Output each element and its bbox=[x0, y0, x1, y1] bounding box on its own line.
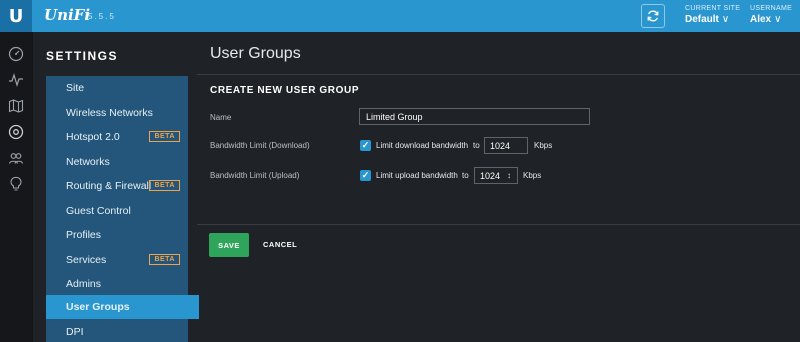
section-title: CREATE NEW USER GROUP bbox=[210, 85, 360, 96]
upload-limit-value: 1024 bbox=[480, 170, 501, 181]
sidebar-item-wireless-networks[interactable]: Wireless Networks bbox=[46, 101, 188, 125]
sidebar-item-label: Admins bbox=[66, 278, 102, 290]
download-limit-input[interactable]: 1024 bbox=[484, 137, 528, 154]
upload-check-label: Limit upload bandwidth bbox=[376, 171, 458, 180]
beta-badge: BETA bbox=[149, 131, 180, 142]
sidebar-item-hotspot[interactable]: Hotspot 2.0 BETA bbox=[46, 125, 188, 149]
statistics-icon[interactable] bbox=[8, 72, 24, 88]
download-to-label: to bbox=[473, 141, 480, 150]
username-value: Alex bbox=[750, 14, 772, 25]
sidebar-item-profiles[interactable]: Profiles bbox=[46, 223, 188, 247]
dashboard-icon[interactable] bbox=[8, 46, 24, 62]
active-item-pointer bbox=[188, 295, 199, 319]
insights-icon[interactable] bbox=[8, 176, 24, 192]
sidebar-item-services[interactable]: Services BETA bbox=[46, 248, 188, 272]
sidebar-item-label: Routing & Firewall bbox=[66, 180, 152, 192]
page-title: User Groups bbox=[210, 45, 301, 62]
name-label: Name bbox=[210, 113, 232, 122]
sidebar-item-label: Hotspot 2.0 bbox=[66, 131, 120, 143]
upload-limit-checkbox[interactable]: ✓ bbox=[360, 170, 371, 181]
settings-menu: Site Wireless Networks Hotspot 2.0 BETA … bbox=[46, 76, 199, 342]
save-button[interactable]: SAVE bbox=[209, 233, 249, 257]
divider bbox=[197, 74, 800, 75]
sidebar-item-label: Site bbox=[66, 82, 85, 94]
sidebar-item-label: User Groups bbox=[66, 301, 130, 313]
sidebar-item-label: Profiles bbox=[66, 229, 102, 241]
cancel-button[interactable]: CANCEL bbox=[263, 240, 297, 249]
refresh-icon bbox=[647, 10, 659, 22]
chevron-down-icon: ∨ bbox=[774, 14, 782, 25]
sidebar-item-routing-firewall[interactable]: Routing & Firewall BETA bbox=[46, 174, 188, 198]
upload-unit-label: Kbps bbox=[523, 171, 542, 180]
sidebar-item-guest-control[interactable]: Guest Control bbox=[46, 199, 188, 223]
sidebar-item-label: Networks bbox=[66, 155, 110, 168]
refresh-button[interactable] bbox=[641, 4, 665, 28]
sidebar-item-dpi[interactable]: DPI bbox=[46, 320, 188, 342]
sidebar-item-label: Guest Control bbox=[66, 204, 131, 217]
group-name-input[interactable]: Limited Group bbox=[359, 108, 590, 125]
map-icon[interactable] bbox=[8, 98, 24, 114]
brand-name: UniFi bbox=[44, 6, 91, 24]
logo-mark: U bbox=[8, 5, 24, 27]
sidebar-item-label: DPI bbox=[66, 326, 84, 338]
ubiquiti-logo[interactable]: U bbox=[0, 0, 32, 32]
current-site-value: Default bbox=[685, 14, 719, 25]
divider bbox=[197, 224, 800, 225]
spinner-icon[interactable]: ↕ bbox=[507, 171, 513, 180]
current-site-dropdown[interactable]: Default ∨ bbox=[685, 14, 729, 25]
chevron-down-icon: ∨ bbox=[721, 14, 730, 25]
download-limit-checkbox[interactable]: ✓ bbox=[360, 140, 371, 151]
clients-icon[interactable] bbox=[8, 150, 24, 166]
upload-limit-stepper[interactable]: 1024 ↕ bbox=[474, 167, 518, 184]
version-label: 5.5.5 bbox=[88, 12, 116, 21]
nav-rail bbox=[0, 32, 33, 342]
download-unit-label: Kbps bbox=[534, 141, 553, 150]
download-check-label: Limit download bandwidth bbox=[376, 141, 469, 150]
beta-badge: BETA bbox=[149, 253, 180, 265]
sidebar-item-admins[interactable]: Admins bbox=[46, 272, 188, 296]
upload-limit-label: Bandwidth Limit (Upload) bbox=[210, 171, 300, 180]
username-dropdown[interactable]: Alex ∨ bbox=[750, 14, 781, 25]
upload-to-label: to bbox=[462, 171, 469, 180]
sidebar-item-label: Wireless Networks bbox=[66, 106, 153, 119]
sidebar-item-user-groups[interactable]: User Groups bbox=[46, 295, 199, 319]
beta-badge: BETA bbox=[149, 180, 180, 191]
settings-title: SETTINGS bbox=[46, 49, 119, 63]
sidebar-item-site[interactable]: Site bbox=[46, 76, 188, 100]
sidebar-item-networks[interactable]: Networks bbox=[46, 150, 188, 174]
sidebar-item-label: Services bbox=[66, 253, 107, 266]
devices-icon[interactable] bbox=[8, 124, 24, 140]
download-limit-label: Bandwidth Limit (Download) bbox=[210, 141, 310, 150]
top-bar: U UniFi 5.5.5 CURRENT SITE Default ∨ USER… bbox=[0, 0, 800, 32]
current-site-label: CURRENT SITE bbox=[685, 5, 741, 12]
username-label: USERNAME bbox=[750, 5, 793, 12]
